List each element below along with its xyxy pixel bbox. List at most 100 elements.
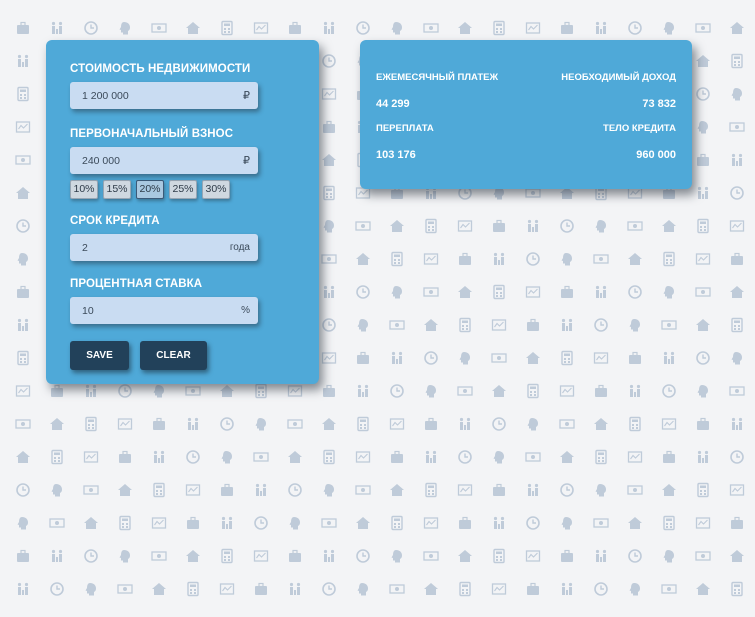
head-icon (627, 581, 645, 599)
clock-icon (321, 581, 339, 599)
rate-input[interactable] (70, 297, 258, 324)
percent-unit: % (241, 305, 250, 316)
percent-button-15[interactable]: 15% (103, 180, 131, 199)
house-icon (15, 185, 33, 203)
family-icon (593, 20, 611, 38)
family-icon (49, 548, 67, 566)
briefcase-icon (491, 482, 509, 500)
money-icon (83, 482, 101, 500)
chart-icon (729, 218, 747, 236)
percent-button-20[interactable]: 20% (136, 180, 164, 199)
calculator-icon (491, 20, 509, 38)
down-payment-input[interactable] (70, 147, 258, 174)
house-icon (627, 251, 645, 269)
calculator-icon (695, 218, 713, 236)
clock-icon (117, 383, 135, 401)
family-icon (695, 449, 713, 467)
money-icon (627, 218, 645, 236)
clear-button[interactable]: CLEAR (140, 341, 207, 370)
family-icon (525, 218, 543, 236)
head-icon (253, 416, 271, 434)
head-icon (661, 284, 679, 302)
house-icon (185, 548, 203, 566)
house-icon (151, 581, 169, 599)
monthly-payment-label: ЕЖЕМЕСЯЧНЫЙ ПЛАТЕЖ (376, 72, 499, 83)
money-icon (559, 416, 577, 434)
chart-icon (423, 251, 441, 269)
chart-icon (491, 317, 509, 335)
money-icon (627, 482, 645, 500)
money-icon (321, 515, 339, 533)
rate-field: % (70, 297, 258, 324)
head-icon (117, 548, 135, 566)
clock-icon (287, 482, 305, 500)
briefcase-icon (151, 416, 169, 434)
clock-icon (525, 515, 543, 533)
family-icon (423, 449, 441, 467)
calculator-icon (661, 515, 679, 533)
family-icon (253, 482, 271, 500)
briefcase-icon (15, 548, 33, 566)
family-icon (729, 152, 747, 170)
money-icon (661, 581, 679, 599)
family-icon (185, 416, 203, 434)
calculator-icon (83, 416, 101, 434)
briefcase-icon (185, 515, 203, 533)
chart-icon (253, 20, 271, 38)
required-income-label: НЕОБХОДИМЫЙ ДОХОД (561, 72, 676, 83)
clock-icon (389, 383, 407, 401)
percent-button-10[interactable]: 10% (70, 180, 98, 199)
save-button[interactable]: SAVE (70, 341, 129, 370)
briefcase-icon (559, 284, 577, 302)
property-cost-input[interactable] (70, 82, 258, 109)
percent-button-30[interactable]: 30% (202, 180, 230, 199)
calculator-icon (457, 317, 475, 335)
head-icon (593, 482, 611, 500)
calculator-icon (117, 515, 135, 533)
head-icon (661, 548, 679, 566)
family-icon (15, 317, 33, 335)
chart-icon (15, 383, 33, 401)
money-icon (253, 449, 271, 467)
briefcase-icon (423, 416, 441, 434)
house-icon (729, 284, 747, 302)
family-icon (559, 581, 577, 599)
calculator-icon (321, 185, 339, 203)
head-icon (593, 218, 611, 236)
chart-icon (321, 86, 339, 104)
family-icon (389, 350, 407, 368)
briefcase-icon (321, 119, 339, 137)
money-icon (117, 581, 135, 599)
calculator-icon (695, 482, 713, 500)
clock-icon (355, 20, 373, 38)
house-icon (457, 548, 475, 566)
briefcase-icon (253, 581, 271, 599)
money-icon (423, 548, 441, 566)
house-icon (457, 284, 475, 302)
loan-body-label: ТЕЛО КРЕДИТА (603, 123, 676, 134)
percent-button-25[interactable]: 25% (169, 180, 197, 199)
clock-icon (559, 218, 577, 236)
clock-icon (253, 515, 271, 533)
clock-icon (15, 482, 33, 500)
term-field: года (70, 234, 258, 261)
calculator-icon (729, 317, 747, 335)
form-actions: SAVE CLEAR (70, 341, 295, 370)
clock-icon (559, 482, 577, 500)
house-icon (661, 218, 679, 236)
money-icon (729, 383, 747, 401)
chart-icon (253, 548, 271, 566)
house-icon (389, 218, 407, 236)
term-label: СРОК КРЕДИТА (70, 215, 160, 227)
house-icon (457, 20, 475, 38)
clock-icon (83, 20, 101, 38)
house-icon (287, 449, 305, 467)
briefcase-icon (457, 515, 475, 533)
house-icon (661, 482, 679, 500)
calculator-icon (15, 86, 33, 104)
calculator-icon (525, 383, 543, 401)
house-icon (423, 581, 441, 599)
calculator-icon (355, 416, 373, 434)
chart-icon (185, 482, 203, 500)
calculator-icon (389, 251, 407, 269)
